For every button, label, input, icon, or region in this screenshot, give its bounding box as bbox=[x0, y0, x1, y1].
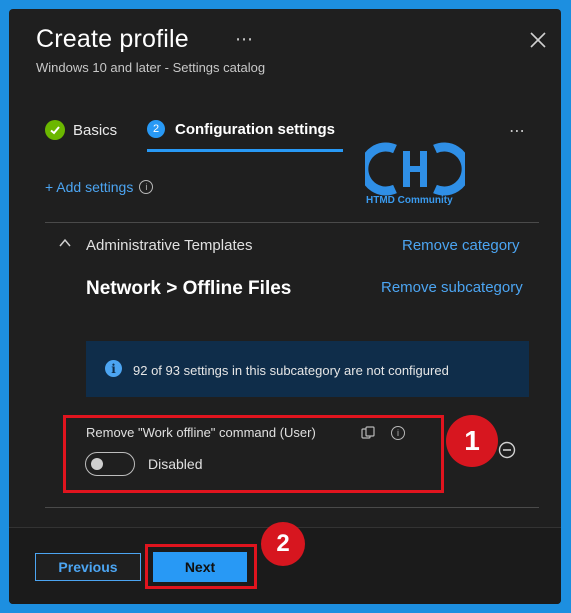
page-subtitle: Windows 10 and later - Settings catalog bbox=[36, 60, 266, 75]
policy-type-icon bbox=[361, 426, 375, 439]
close-icon[interactable] bbox=[529, 31, 547, 49]
next-button[interactable]: Next bbox=[153, 552, 247, 582]
tabs-more-icon[interactable]: ⋯ bbox=[509, 121, 528, 141]
more-options-icon[interactable]: ⋯ bbox=[235, 29, 255, 50]
category-name: Administrative Templates bbox=[86, 237, 253, 254]
remove-setting-icon[interactable] bbox=[498, 441, 516, 459]
step-number-icon: 2 bbox=[147, 120, 165, 138]
info-banner-text: 92 of 93 settings in this subcategory ar… bbox=[133, 363, 449, 378]
add-settings-label: + Add settings bbox=[45, 179, 134, 195]
remove-category-link[interactable]: Remove category bbox=[402, 237, 520, 254]
info-icon[interactable]: i bbox=[139, 180, 154, 194]
toggle-state-label: Disabled bbox=[148, 456, 203, 472]
active-tab-indicator bbox=[147, 149, 343, 152]
chevron-up-icon[interactable] bbox=[59, 237, 71, 249]
page-title: Create profile bbox=[36, 25, 189, 53]
check-icon bbox=[45, 120, 65, 140]
remove-subcategory-link[interactable]: Remove subcategory bbox=[381, 279, 523, 296]
tab-configuration-label: Configuration settings bbox=[175, 120, 335, 138]
add-settings-link[interactable]: + Add settings i bbox=[45, 179, 154, 195]
watermark-text: HTMD Community bbox=[366, 195, 453, 206]
subcategory-name: Network > Offline Files bbox=[86, 278, 292, 299]
tab-basics[interactable]: Basics bbox=[45, 120, 117, 140]
setting-info-icon[interactable]: i bbox=[391, 426, 405, 440]
create-profile-pane: Create profile ⋯ Windows 10 and later - … bbox=[9, 9, 561, 604]
annotation-badge-2: 2 bbox=[261, 522, 305, 566]
tab-basics-label: Basics bbox=[73, 121, 118, 139]
setting-toggle[interactable] bbox=[85, 452, 135, 476]
setting-label: Remove "Work offline" command (User) bbox=[86, 425, 316, 440]
previous-button[interactable]: Previous bbox=[35, 553, 141, 581]
annotation-badge-1: 1 bbox=[446, 415, 498, 467]
divider bbox=[45, 507, 539, 508]
tab-configuration-settings[interactable]: 2 Configuration settings bbox=[147, 120, 335, 138]
divider bbox=[45, 222, 539, 223]
info-circle-icon: i bbox=[105, 360, 122, 377]
toggle-knob bbox=[91, 458, 103, 470]
